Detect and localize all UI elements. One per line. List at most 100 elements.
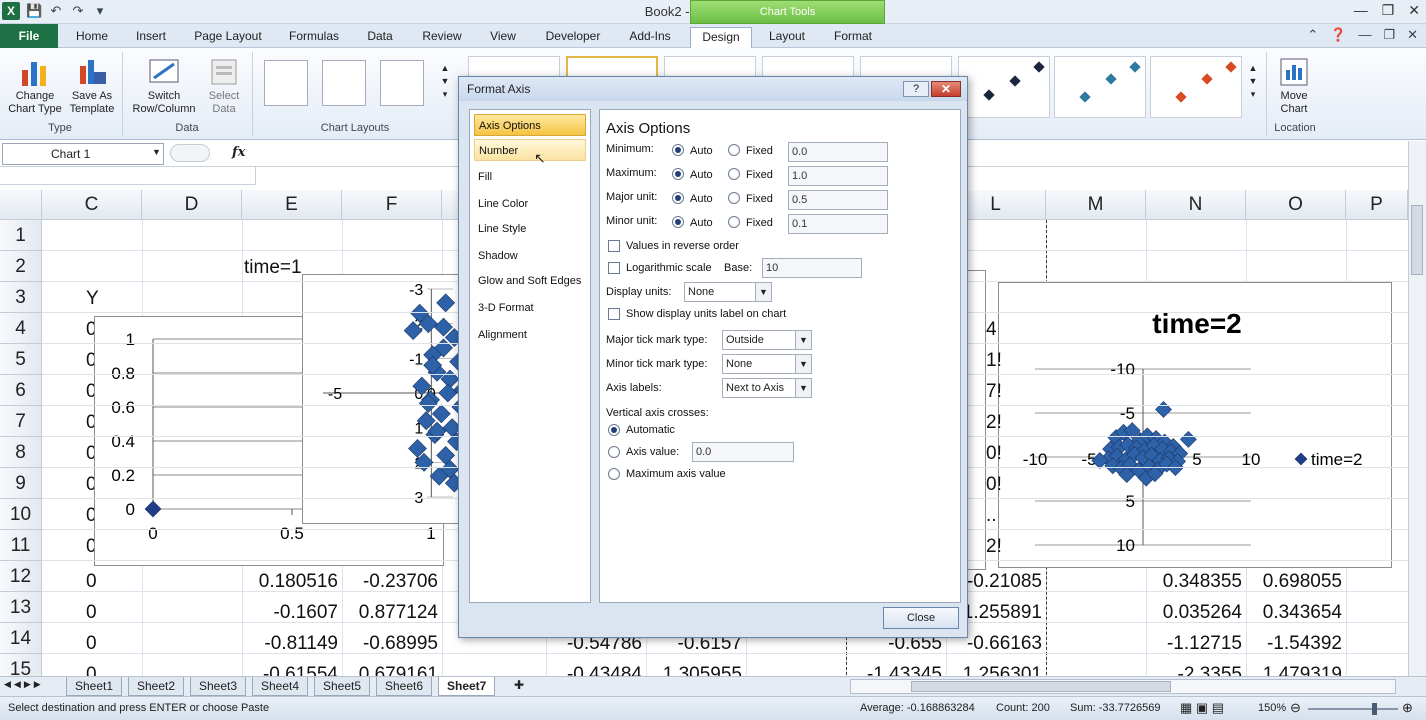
tab-view[interactable]: View (482, 27, 524, 48)
column-header-n[interactable]: N (1146, 190, 1246, 220)
cell-o14[interactable]: -1.54392 (1246, 633, 1342, 655)
sheet-tab-sheet6[interactable]: Sheet6 (376, 677, 433, 696)
tab-page-layout[interactable]: Page Layout (190, 27, 266, 48)
major-unit-value-field[interactable]: 0.5 (788, 190, 888, 210)
minimum-fixed-radio[interactable] (728, 144, 740, 156)
zoom-slider[interactable] (1308, 708, 1398, 710)
max-axis-value-radio[interactable] (608, 468, 620, 480)
close-window-icon[interactable]: ✕ (1408, 2, 1420, 19)
cell-k15[interactable]: -1.43345 (846, 664, 942, 676)
maximum-fixed-radio[interactable] (728, 168, 740, 180)
axis-value-radio[interactable] (608, 446, 620, 458)
maximum-auto-radio[interactable] (672, 168, 684, 180)
collapse-ribbon-icon[interactable]: ⌃ (1307, 27, 1318, 43)
column-header-p[interactable]: P (1346, 190, 1408, 220)
row-header-7[interactable]: 7 (0, 406, 42, 437)
move-chart-button[interactable]: Move Chart (1272, 52, 1316, 116)
category-number[interactable]: Number (474, 139, 586, 161)
values-reverse-checkbox[interactable] (608, 240, 620, 252)
restore-icon[interactable]: ❐ (1382, 2, 1395, 19)
cell-e15[interactable]: -0.61554 (242, 664, 338, 676)
tab-file[interactable]: File (0, 24, 58, 48)
cell-e2[interactable]: time=1 (244, 257, 302, 279)
row-header-14[interactable]: 14 (0, 623, 42, 654)
save-as-template-button[interactable]: Save As Template (66, 52, 118, 116)
tab-review[interactable]: Review (416, 27, 468, 48)
cell-l-partial[interactable]: 4 (986, 319, 997, 341)
cell-l-partial[interactable]: 2! (986, 536, 1002, 558)
cell-n12[interactable]: 0.348355 (1146, 571, 1242, 593)
select-data-button[interactable]: Select Data (202, 52, 246, 116)
sheet-tab-sheet2[interactable]: Sheet2 (128, 677, 185, 696)
dialog-help-icon[interactable]: ? (903, 81, 929, 97)
row-header-3[interactable]: 3 (0, 282, 42, 313)
cell-e13[interactable]: -0.1607 (242, 602, 338, 624)
styles-scroll-icon[interactable]: ▲ ▼ ▾ (1246, 62, 1260, 101)
zoom-out-icon[interactable]: ⊖ (1290, 700, 1301, 716)
tab-layout[interactable]: Layout (760, 27, 814, 48)
sheet-tab-sheet5[interactable]: Sheet5 (314, 677, 371, 696)
chart-layout-3[interactable] (380, 60, 424, 106)
cell-o13[interactable]: 0.343654 (1246, 602, 1342, 624)
cell-c13[interactable]: 0 (86, 602, 97, 624)
row-header-13[interactable]: 13 (0, 592, 42, 623)
tab-formulas[interactable]: Formulas (282, 27, 346, 48)
category-glow-soft-edges[interactable]: Glow and Soft Edges (474, 270, 586, 292)
workbook-close-icon[interactable]: ✕ (1407, 27, 1418, 43)
cell-o15[interactable]: 1.479319 (1246, 664, 1342, 676)
switch-row-column-button[interactable]: Switch Row/Column (128, 52, 200, 116)
vertical-scroll-thumb[interactable] (1411, 205, 1423, 275)
tab-format[interactable]: Format (826, 27, 880, 48)
category-alignment[interactable]: Alignment (474, 324, 586, 346)
minor-unit-fixed-radio[interactable] (728, 216, 740, 228)
zoom-slider-thumb[interactable] (1372, 703, 1377, 715)
cell-l-partial[interactable]: 2! (986, 412, 1002, 434)
sheet-nav-arrows-icon[interactable]: ◀◀▶▶ (4, 679, 44, 690)
zoom-in-icon[interactable]: ⊕ (1402, 700, 1413, 716)
cell-f14[interactable]: -0.68995 (342, 633, 438, 655)
column-header-o[interactable]: O (1246, 190, 1346, 220)
cell-e14[interactable]: -0.81149 (242, 633, 338, 655)
minimize-icon[interactable]: — (1354, 2, 1368, 19)
help-icon[interactable]: ❓ (1330, 27, 1346, 43)
chart-style-6[interactable] (958, 56, 1050, 118)
horizontal-scrollbar[interactable] (850, 679, 1396, 694)
maximum-value-field[interactable]: 1.0 (788, 166, 888, 186)
select-all-corner[interactable] (0, 190, 42, 220)
change-chart-type-button[interactable]: Change Chart Type (4, 52, 66, 116)
cell-h15[interactable]: -0.43484 (546, 664, 642, 676)
workbook-restore-icon[interactable]: ❐ (1383, 27, 1395, 43)
column-header-e[interactable]: E (242, 190, 342, 220)
major-tick-select[interactable]: Outside ▼ (722, 330, 812, 350)
row-header-8[interactable]: 8 (0, 437, 42, 468)
row-header-9[interactable]: 9 (0, 468, 42, 499)
chart-style-8[interactable] (1150, 56, 1242, 118)
cell-f15[interactable]: 0.679161 (342, 664, 438, 676)
view-buttons-icon[interactable]: ▦ ▣ ▤ (1180, 700, 1224, 716)
minor-tick-select[interactable]: None ▼ (722, 354, 812, 374)
column-header-d[interactable]: D (142, 190, 242, 220)
cell-l-partial[interactable]: .. (986, 505, 997, 527)
major-unit-auto-radio[interactable] (672, 192, 684, 204)
minimum-value-field[interactable]: 0.0 (788, 142, 888, 162)
row-header-4[interactable]: 4 (0, 313, 42, 344)
row-header-11[interactable]: 11 (0, 530, 42, 561)
insert-function-icon[interactable]: fx (232, 145, 245, 160)
sheet-tab-sheet7[interactable]: Sheet7 (438, 677, 496, 696)
sheet-tab-sheet1[interactable]: Sheet1 (66, 677, 123, 696)
column-header-c[interactable]: C (42, 190, 142, 220)
tab-add-ins[interactable]: Add-Ins (622, 27, 678, 48)
category-fill[interactable]: Fill (474, 166, 586, 188)
axis-labels-select[interactable]: Next to Axis ▼ (722, 378, 812, 398)
cell-f13[interactable]: 0.877124 (342, 602, 438, 624)
tab-data[interactable]: Data (360, 27, 400, 48)
row-header-6[interactable]: 6 (0, 375, 42, 406)
category-line-style[interactable]: Line Style (474, 218, 586, 240)
cell-l15[interactable]: 1.256301 (946, 664, 1042, 676)
cell-c12[interactable]: 0 (86, 571, 97, 593)
cell-n13[interactable]: 0.035264 (1146, 602, 1242, 624)
name-box[interactable]: Chart 1 (2, 143, 164, 165)
row-header-5[interactable]: 5 (0, 344, 42, 375)
cell-n14[interactable]: -1.12715 (1146, 633, 1242, 655)
chart-layout-1[interactable] (264, 60, 308, 106)
